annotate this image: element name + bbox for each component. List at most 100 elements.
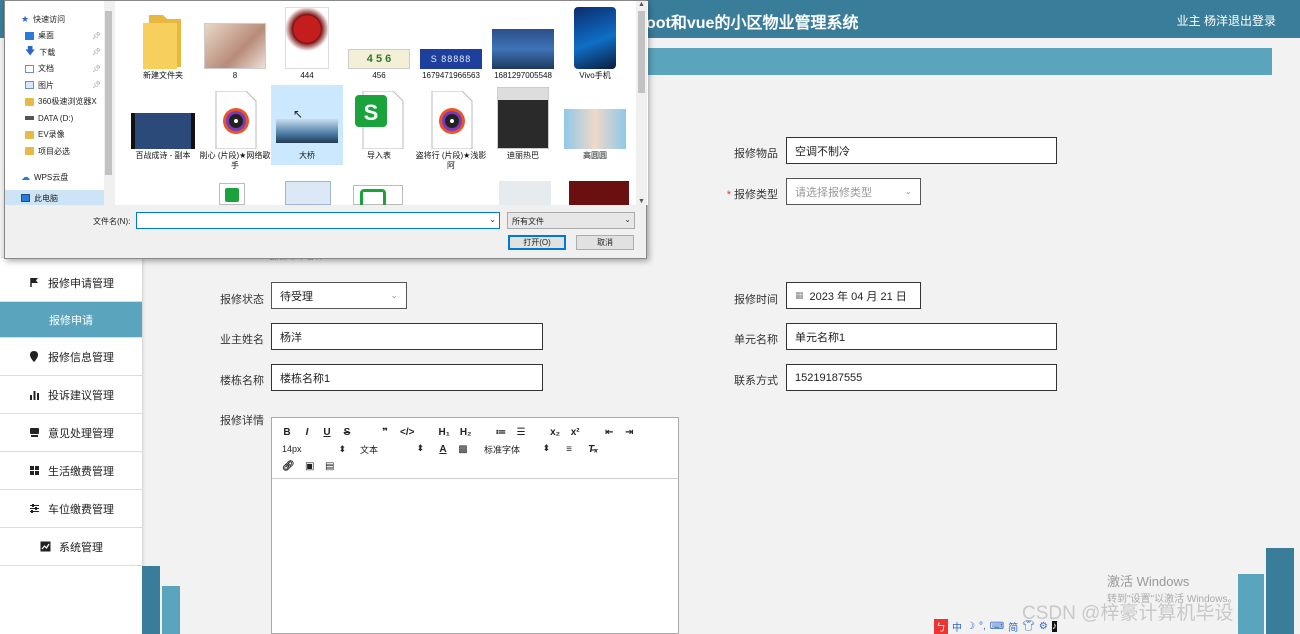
image-icon[interactable]: ▣ (305, 461, 315, 472)
logout-link[interactable]: 退出登录 (1228, 12, 1276, 29)
spreadsheet-icon: S (343, 91, 415, 149)
file-item[interactable]: 新建文件夹 (127, 11, 199, 81)
bold-button[interactable]: B (282, 427, 292, 438)
quote-icon[interactable]: ❞ (380, 427, 390, 438)
text-style-select[interactable]: 文本 ⬍ (360, 443, 438, 456)
superscript-button[interactable]: x² (570, 427, 580, 438)
nav-360-browser[interactable]: 360极速浏览器X (5, 94, 113, 111)
moon-icon[interactable]: ☽ (966, 621, 975, 632)
video-icon[interactable]: ▤ (325, 461, 335, 472)
background-color-icon[interactable]: ▩ (458, 444, 468, 455)
nav-pictures[interactable]: 图片 📌︎ (5, 77, 113, 94)
nav-wps-cloud[interactable]: ☁ WPS云盘 (5, 170, 113, 187)
shirt-icon[interactable]: 👕︎ (1022, 621, 1035, 632)
nav-downloads[interactable]: 🡇 下载 📌︎ (5, 44, 113, 61)
editor-content[interactable] (272, 479, 678, 629)
nav-desktop[interactable]: 桌面 📌︎ (5, 28, 113, 45)
heading1-button[interactable]: H₁ (438, 427, 449, 438)
file-item[interactable]: S 导入表 (343, 91, 415, 161)
nav-ev-recording[interactable]: EV录像 (5, 127, 113, 144)
ime-mode[interactable]: 简 (1008, 619, 1018, 634)
align-icon[interactable]: ≡ (564, 444, 574, 455)
nav-this-pc[interactable]: 此电脑 (5, 190, 113, 205)
owner-name-input[interactable]: 杨洋 (271, 323, 543, 350)
filetype-select[interactable]: 所有文件 ⌄ (507, 212, 635, 229)
file-item[interactable]: S 88888 1679471966563 (415, 11, 487, 81)
file-item[interactable]: 444 (271, 5, 343, 81)
sidebar-item-system-mgmt[interactable]: 系统管理 (0, 528, 142, 566)
nav-quick-access[interactable]: ★ 快速访问 (5, 11, 113, 28)
ordered-list-icon[interactable]: ≔ (496, 427, 507, 438)
nav-scrollbar[interactable] (104, 1, 113, 205)
sidebar-item-label: 意见处理管理 (48, 427, 114, 440)
chevron-down-icon: ⌄ (904, 186, 912, 196)
file-list-scrollbar[interactable]: ▲ ▼ (636, 1, 647, 205)
scroll-down-icon[interactable]: ▼ (638, 198, 645, 205)
scroll-up-icon[interactable]: ▲ (638, 1, 645, 8)
nav-project[interactable]: 项目必选 (5, 143, 113, 160)
sidebar-item-feedback-mgmt[interactable]: 意见处理管理 (0, 414, 142, 452)
font-size-select[interactable]: 14px ⬍ (282, 444, 360, 455)
italic-button[interactable]: I (302, 427, 312, 438)
file-item[interactable]: 1681297005548 (487, 11, 559, 81)
sidebar-item-complaint-mgmt[interactable]: 投诉建议管理 (0, 376, 142, 414)
ime-lang[interactable]: 中 (952, 619, 962, 634)
heading2-button[interactable]: H₂ (460, 427, 472, 438)
file-list: 新建文件夹 8 444 4 5 6 456 S 88888 1679471966… (115, 1, 648, 205)
building-name-input[interactable]: 楼栋名称1 (271, 364, 543, 391)
image-icon: 4 5 6 (343, 11, 415, 69)
svg-text:S: S (364, 100, 379, 125)
file-item-partial[interactable] (353, 185, 403, 205)
code-icon[interactable]: </> (400, 427, 414, 438)
tiktok-icon[interactable]: ♪ (1051, 621, 1057, 632)
filename-label: 文件名(N): (93, 217, 131, 226)
repair-item-input[interactable]: 空调不制冷 (786, 137, 1057, 164)
sidebar-item-parking-payment-mgmt[interactable]: 车位缴费管理 (0, 490, 142, 528)
font-color-icon[interactable]: A (438, 444, 448, 455)
location-pin-icon (28, 351, 40, 363)
file-item[interactable]: 迪丽热巴 (487, 85, 559, 161)
repair-status-select[interactable]: 待受理 ⌄ (271, 282, 407, 309)
file-item-partial[interactable] (219, 183, 245, 205)
file-item-partial[interactable] (569, 181, 629, 205)
file-item-partial[interactable] (285, 181, 331, 205)
strike-button[interactable]: S (342, 427, 352, 438)
file-item[interactable]: 削心 (片段)★网络歌手 (199, 91, 271, 171)
cancel-button[interactable]: 取消 (576, 235, 634, 250)
file-item[interactable]: 4 5 6 456 (343, 11, 415, 81)
nav-documents[interactable]: 文档 📌︎ (5, 61, 113, 78)
keyboard-icon[interactable]: ⌨ (990, 621, 1004, 632)
indent-icon[interactable]: ⇥ (624, 427, 634, 438)
file-item-selected[interactable]: 大桥 (271, 85, 343, 165)
filename-input[interactable]: ⌄ (136, 212, 500, 229)
nav-data-drive[interactable]: DATA (D:) (5, 110, 113, 127)
underline-button[interactable]: U (322, 427, 332, 438)
file-item[interactable]: 百战成诗 - 副本 (127, 91, 199, 161)
unit-name-input[interactable]: 单元名称1 (786, 323, 1057, 350)
file-item[interactable]: 高圆圆 (559, 91, 631, 161)
image-icon (559, 91, 631, 149)
chevron-down-icon[interactable]: ⌄ (489, 215, 496, 224)
font-family-select[interactable]: 标准字体 ⬍ (484, 443, 564, 456)
file-item[interactable]: Vivo手机 (559, 5, 631, 81)
repair-time-picker[interactable]: ▦ 2023 年 04 月 21 日 (786, 282, 921, 309)
punct-icon[interactable]: °, (979, 621, 986, 632)
sidebar-item-repair-apply[interactable]: 报修申请 (0, 302, 142, 338)
subscript-button[interactable]: x₂ (550, 427, 560, 438)
sidebar-item-repair-info-mgmt[interactable]: 报修信息管理 (0, 338, 142, 376)
open-button[interactable]: 打开(O) (508, 235, 566, 250)
link-icon[interactable]: 🔗︎ (282, 461, 295, 472)
file-item[interactable]: 8 (199, 11, 271, 81)
repair-type-select[interactable]: 请选择报修类型 ⌄ (786, 178, 921, 205)
bullet-list-icon[interactable]: ☰ (516, 427, 526, 438)
sidebar-item-life-payment-mgmt[interactable]: 生活缴费管理 (0, 452, 142, 490)
sliders-icon (28, 503, 40, 515)
outdent-icon[interactable]: ⇤ (604, 427, 614, 438)
contact-input[interactable]: 15219187555 (786, 364, 1057, 391)
file-item-partial[interactable] (499, 181, 551, 205)
file-item[interactable]: 盗将行 (片段)★浅影阿 (415, 91, 487, 171)
sidebar-item-repair-apply-mgmt[interactable]: 报修申请管理 (0, 264, 142, 302)
clear-format-icon[interactable]: T̶ₓ (588, 444, 598, 455)
box-icon (28, 427, 40, 439)
gear-icon[interactable]: ⚙ (1039, 621, 1048, 632)
